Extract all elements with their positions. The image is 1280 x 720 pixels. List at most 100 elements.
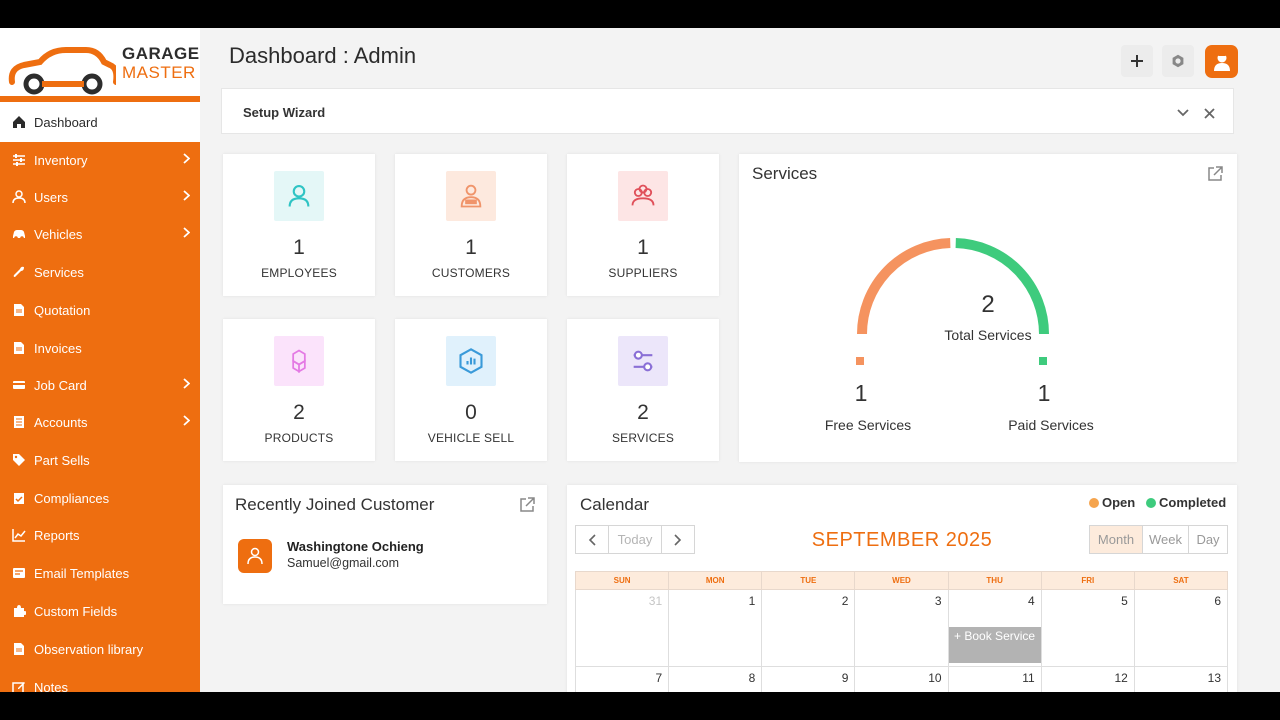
sidebar-item-compliances[interactable]: Compliances (0, 480, 200, 516)
stat-card-vehicle-sell[interactable]: 0 VEHICLE SELL (395, 319, 547, 461)
wrench-icon (12, 265, 26, 279)
brand-line1: GARAGE (122, 44, 200, 63)
calendar-day-cell[interactable]: 9 (761, 666, 856, 692)
cubes-icon (274, 336, 324, 386)
stat-label: SUPPLIERS (608, 266, 678, 280)
user-outline-icon (274, 171, 324, 221)
sidebar-item-notes[interactable]: Notes (0, 669, 200, 692)
sidebar-item-email-templates[interactable]: Email Templates (0, 555, 200, 591)
close-icon[interactable] (1204, 108, 1215, 119)
calendar-day-cell[interactable]: 2 (761, 589, 856, 667)
toggle-sliders-icon (618, 336, 668, 386)
sidebar-item-label: Quotation (34, 302, 91, 318)
settings-button[interactable] (1162, 45, 1194, 77)
sidebar-item-services[interactable]: Services (0, 254, 200, 290)
stat-value: 1 (293, 236, 305, 259)
sidebar-item-invoices[interactable]: Invoices (0, 330, 200, 366)
recent-customer-title: Recently Joined Customer (235, 495, 435, 514)
stat-card-products[interactable]: 2 PRODUCTS (223, 319, 375, 461)
legend-completed-label: Completed (1159, 495, 1227, 510)
sidebar-item-label: Services (34, 264, 84, 280)
stat-card-customers[interactable]: 1 CUSTOMERS (395, 154, 547, 296)
book-service-button[interactable]: + Book Service (948, 627, 1041, 663)
sidebar-item-label: Users (34, 189, 68, 205)
legend-open-label: Open (1102, 495, 1136, 510)
chart-line-icon (12, 528, 26, 542)
calendar-day-cell[interactable]: 8 (668, 666, 763, 692)
sidebar-item-custom-fields[interactable]: Custom Fields (0, 593, 200, 629)
sidebar-item-label: Part Sells (34, 452, 90, 468)
customer-email: Samuel@gmail.com (287, 556, 400, 570)
month-view-button[interactable]: Month (1089, 525, 1143, 554)
day-number: 31 (648, 594, 663, 608)
customer-avatar[interactable] (238, 539, 272, 573)
calendar-title: Calendar (580, 495, 649, 514)
week-view-button[interactable]: Week (1142, 525, 1189, 554)
free-services-value: 1 (854, 380, 868, 406)
day-number: 1 (748, 594, 756, 608)
calendar-day-cell[interactable]: 1 (668, 589, 763, 667)
weekday-header: SAT (1133, 571, 1229, 590)
day-number: 5 (1121, 594, 1128, 608)
legend-completed: Completed (1146, 495, 1226, 510)
logo[interactable]: GARAGE MASTER (0, 28, 200, 96)
day-number: 2 (841, 594, 849, 608)
app-frame: GARAGE MASTER Dashboard Inventory Users Veh… (0, 28, 1280, 692)
legend-open: Open (1089, 495, 1135, 510)
sidebar-item-observation-library[interactable]: Observation library (0, 631, 200, 667)
edit-icon (12, 680, 26, 692)
calendar-day-cell[interactable]: 6 (1133, 589, 1229, 667)
calendar-day-cell[interactable]: 11 (947, 666, 1042, 692)
profile-avatar-button[interactable] (1205, 45, 1238, 78)
sidebar-item-dashboard[interactable]: Dashboard (0, 104, 200, 140)
day-number: 11 (1022, 671, 1035, 685)
sidebar-item-part-sells[interactable]: Part Sells (0, 442, 200, 478)
services-card: Services 2 Total Services 1 Free Service… (739, 154, 1237, 462)
external-link-icon[interactable] (519, 497, 535, 513)
free-services-label: Free Services (824, 417, 912, 433)
add-button[interactable] (1121, 45, 1153, 77)
chevron-down-icon[interactable] (1177, 109, 1189, 117)
calendar-day-cell[interactable]: 4 + Book Service (947, 589, 1042, 667)
file-icon (12, 341, 26, 355)
day-number: 4 (1028, 594, 1035, 608)
sidebar-item-accounts[interactable]: Accounts (0, 404, 200, 440)
sidebar-item-inventory[interactable]: Inventory (0, 142, 200, 178)
calendar-day-cell[interactable]: 3 (854, 589, 949, 667)
stat-label: CUSTOMERS (431, 266, 511, 280)
sidebar-item-quotation[interactable]: Quotation (0, 292, 200, 328)
total-services-label: Total Services (944, 327, 1032, 343)
calendar-day-cell[interactable]: 7 (574, 666, 670, 692)
customer-name[interactable]: Washingtone Ochieng (287, 539, 424, 554)
user-avatar-icon (1213, 52, 1230, 71)
calendar-day-cell[interactable]: 12 (1040, 666, 1135, 692)
sidebar-item-users[interactable]: Users (0, 179, 200, 215)
calendar-day-cell[interactable]: 13 (1133, 666, 1229, 692)
day-number: 6 (1214, 594, 1221, 608)
stat-value: 2 (637, 401, 649, 424)
sidebar-item-label: Compliances (34, 490, 110, 506)
stat-card-services[interactable]: 2 SERVICES (567, 319, 719, 461)
day-number: 7 (655, 671, 663, 685)
stat-label: SERVICES (611, 431, 675, 445)
calendar-day-cell[interactable]: 31 (574, 589, 670, 667)
calendar-day-cell[interactable]: 5 (1040, 589, 1135, 667)
user-icon (12, 190, 26, 204)
envelope-icon (12, 566, 26, 580)
file-icon (12, 642, 26, 656)
paid-services-arc (955, 238, 1049, 335)
stat-card-employees[interactable]: 1 EMPLOYEES (223, 154, 375, 296)
chevron-right-icon (183, 415, 190, 426)
stat-card-suppliers[interactable]: 1 SUPPLIERS (567, 154, 719, 296)
sidebar-item-label: Job Card (34, 377, 87, 393)
calendar-day-cell[interactable]: 10 (854, 666, 949, 692)
chevron-right-icon (183, 153, 190, 164)
day-view-button[interactable]: Day (1188, 525, 1228, 554)
calendar-grid: SUN MON TUE WED THU FRI SAT 31 1 2 3 4 + Book Servi… (574, 571, 1229, 692)
sidebar-item-vehicles[interactable]: Vehicles (0, 216, 200, 252)
sidebar-item-reports[interactable]: Reports (0, 517, 200, 553)
card-icon (12, 378, 26, 392)
sliders-icon (12, 153, 26, 167)
sidebar-item-job-card[interactable]: Job Card (0, 367, 200, 403)
sidebar-item-label: Reports (34, 527, 80, 543)
